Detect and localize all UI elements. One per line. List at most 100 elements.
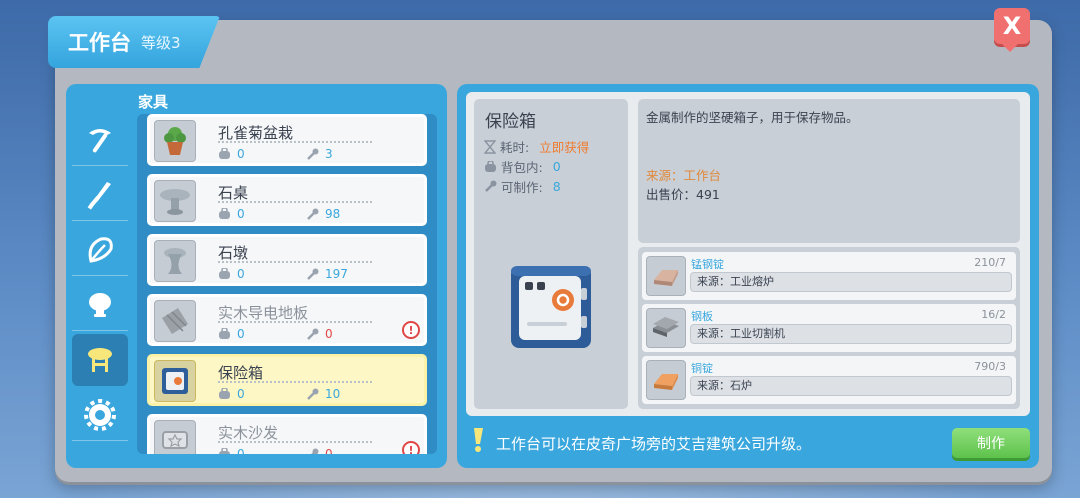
time-row: 耗时: 立即获得 xyxy=(484,137,589,156)
bag-icon xyxy=(485,160,496,172)
warning-icon: ! xyxy=(402,441,420,454)
bag-icon xyxy=(219,328,230,339)
craftable-value: 8 xyxy=(552,179,561,194)
craftable-row: 可制作: 8 xyxy=(484,177,561,196)
list-item-selected[interactable]: 保险箱 0 10 xyxy=(147,354,427,406)
material-row[interactable]: 铜锭 790/3 来源：石炉 xyxy=(642,356,1016,404)
list-item[interactable]: 石墩 0 197 xyxy=(147,234,427,286)
close-button[interactable]: X xyxy=(994,8,1030,52)
wood-floor-icon xyxy=(162,308,188,334)
list-item[interactable]: 石桌 0 98 xyxy=(147,174,427,226)
material-row[interactable]: 钢板 16/2 来源：工业切割机 xyxy=(642,304,1016,352)
divider xyxy=(218,321,372,323)
plate-icon xyxy=(653,317,679,337)
divider xyxy=(218,261,372,263)
craftable-count: 98 xyxy=(306,207,340,221)
item-description: 金属制作的坚硬箱子，用于保存物品。 xyxy=(646,110,859,125)
pickaxe-icon xyxy=(89,128,111,152)
item-name: 石墩 xyxy=(218,244,249,262)
tab-weapons[interactable] xyxy=(72,169,128,221)
sword-icon xyxy=(87,181,111,210)
item-list[interactable]: 孔雀菊盆栽 0 3 石桌 0 98 石墩 0 197 实木导电地板 0 0 ! … xyxy=(137,114,437,454)
material-count: 790/3 xyxy=(974,360,1006,373)
bag-count: 0 xyxy=(218,327,245,341)
item-name: 实木沙发 xyxy=(218,424,279,442)
description-box: 金属制作的坚硬箱子，用于保存物品。 来源：工作台 出售价：491 xyxy=(638,99,1020,243)
wrench-icon xyxy=(307,148,319,160)
material-thumbnail xyxy=(646,308,686,348)
item-name: 石桌 xyxy=(218,184,249,202)
craftable-count: 0 xyxy=(306,327,333,341)
wrench-icon xyxy=(307,208,319,220)
craftable-count: 10 xyxy=(306,387,340,401)
material-name: 锰钢锭 xyxy=(691,258,724,271)
wrench-icon xyxy=(485,180,497,192)
list-item[interactable]: 孔雀菊盆栽 0 3 xyxy=(147,114,427,166)
tab-consumables[interactable] xyxy=(72,279,128,331)
bag-icon xyxy=(219,388,230,399)
item-name: 孔雀菊盆栽 xyxy=(218,124,294,142)
gear-icon xyxy=(84,398,116,431)
tab-furniture[interactable] xyxy=(72,334,128,386)
stone-table-icon xyxy=(160,189,190,215)
material-count: 210/7 xyxy=(974,256,1006,269)
item-thumbnail xyxy=(154,420,196,454)
bag-count: 0 xyxy=(218,267,245,281)
tab-machines[interactable] xyxy=(72,389,128,441)
wrench-icon xyxy=(310,448,319,454)
potion-icon xyxy=(89,292,111,317)
wrench-icon xyxy=(307,268,319,280)
bag-count: 0 xyxy=(218,147,245,161)
item-name: 实木导电地板 xyxy=(218,304,309,322)
material-thumbnail xyxy=(646,360,686,400)
ingot-icon xyxy=(654,374,678,390)
category-tabs xyxy=(72,114,130,444)
item-thumbnail xyxy=(154,300,196,342)
item-info: 保险箱 耗时: 立即获得 背包内: 0 可制作: 8 xyxy=(474,99,628,409)
tab-tools[interactable] xyxy=(72,114,128,166)
item-name: 保险箱 xyxy=(218,364,264,382)
material-source: 来源：石炉 xyxy=(690,376,1012,396)
craftable-count: 197 xyxy=(306,267,348,281)
page-title: 工作台 xyxy=(68,31,131,55)
bag-icon xyxy=(219,448,230,454)
material-row[interactable]: 锰钢锭 210/7 来源：工业熔炉 xyxy=(642,252,1016,300)
tab-nature[interactable] xyxy=(72,224,128,276)
item-preview xyxy=(505,262,595,354)
sell-price: 出售价：491 xyxy=(646,187,720,202)
craft-button[interactable]: 制作 xyxy=(952,428,1030,458)
category-label: 家具 xyxy=(138,93,169,111)
bag-value: 0 xyxy=(552,159,561,174)
bag-icon xyxy=(219,208,230,219)
list-item[interactable]: 实木沙发 0 0 ! xyxy=(147,414,427,454)
list-item[interactable]: 实木导电地板 0 0 ! xyxy=(147,294,427,346)
material-source: 来源：工业熔炉 xyxy=(690,272,1012,292)
hourglass-icon xyxy=(484,139,496,154)
stone-stool-icon xyxy=(164,248,186,274)
item-thumbnail xyxy=(154,180,196,222)
safe-icon xyxy=(511,266,591,348)
safe-icon xyxy=(162,368,188,394)
wrench-icon xyxy=(307,388,319,400)
potted-plant-icon xyxy=(164,127,186,155)
title-tab: 工作台 等级3 xyxy=(48,16,220,68)
sofa-icon xyxy=(162,431,188,449)
craftable-count: 0 xyxy=(306,447,333,454)
divider xyxy=(218,441,372,443)
material-source: 来源：工业切割机 xyxy=(690,324,1012,344)
level-badge: 等级3 xyxy=(141,33,181,52)
bag-row: 背包内: 0 xyxy=(484,157,561,176)
material-name: 钢板 xyxy=(691,310,713,323)
divider xyxy=(218,201,372,203)
bag-icon xyxy=(219,268,230,279)
warning-icon: ! xyxy=(402,321,420,339)
exclamation-icon xyxy=(469,426,487,458)
time-value: 立即获得 xyxy=(539,140,590,155)
upgrade-tip: 工作台可以在皮奇广场旁的艾吉建筑公司升级。 xyxy=(496,435,812,453)
leaf-icon xyxy=(88,236,113,263)
item-thumbnail xyxy=(154,120,196,162)
divider xyxy=(218,381,372,383)
item-thumbnail xyxy=(154,360,196,402)
bag-icon xyxy=(219,148,230,159)
material-name: 铜锭 xyxy=(691,362,713,375)
